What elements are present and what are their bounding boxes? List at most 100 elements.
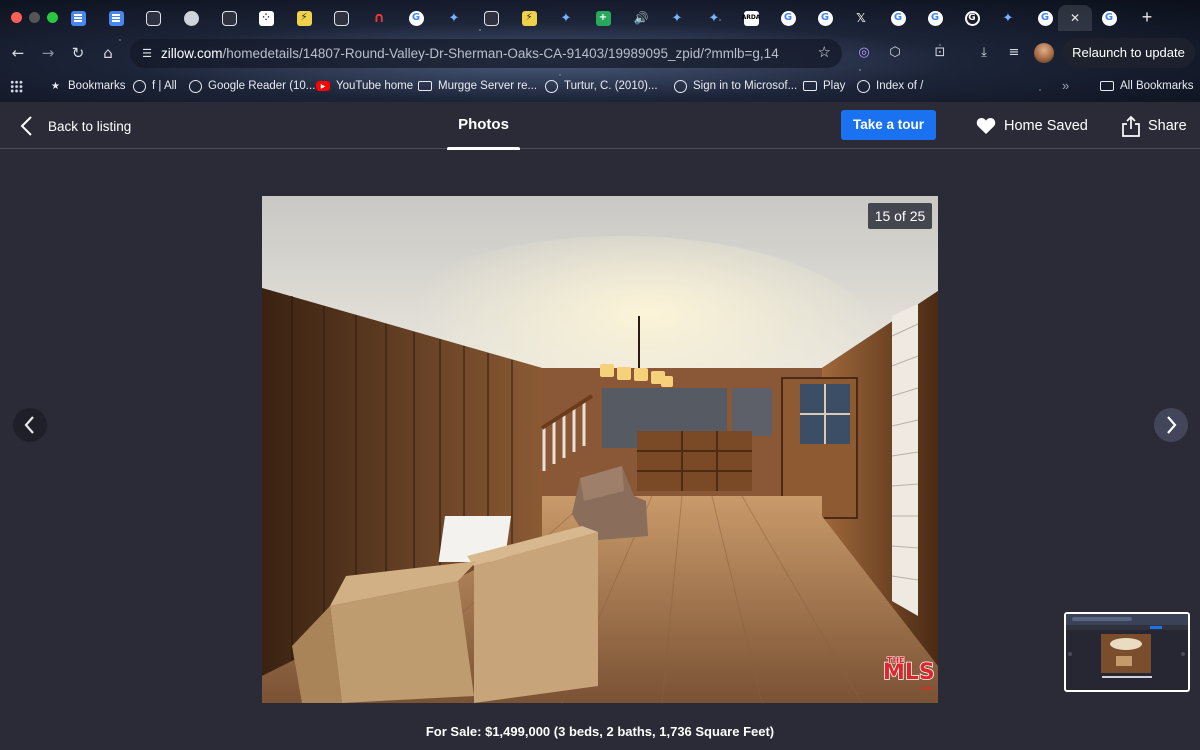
gemini-icon: ✦ (708, 10, 720, 26)
back-to-listing-label: Back to listing (48, 118, 132, 134)
ar-site-icon: ARDA (742, 10, 760, 26)
gemini-icon: ✦ (448, 10, 460, 26)
browser-tab[interactable]: ⚡ (512, 5, 546, 31)
browser-tab[interactable]: + (586, 5, 620, 31)
back-arrow-icon[interactable]: ← (6, 41, 30, 65)
google-icon: G (1101, 10, 1117, 26)
url-text[interactable]: zillow.com/homedetails/14807-Round-Valle… (161, 46, 779, 61)
bookmark-item[interactable]: ★ Bookmarks (49, 73, 126, 99)
listing-photo[interactable]: MLS THE .com (262, 196, 938, 703)
browser-tab[interactable]: G (399, 5, 433, 31)
screen: ⁘ ⚡ ∩ G ✦ ⚡ ✦ + 🔊 ✦ ✦ ARDA G G 𝕏 G G G ✦… (0, 0, 1200, 750)
tab-search-icon[interactable]: ⊡ (929, 42, 951, 64)
bookmarks-overflow-button[interactable]: » (1062, 73, 1069, 99)
browser-tab[interactable]: G (955, 5, 989, 31)
chevron-left-icon (24, 416, 34, 434)
new-tab-button[interactable]: + (1137, 7, 1157, 27)
browser-tab[interactable]: ∩ (362, 5, 396, 31)
bookmark-item[interactable]: Index of / (857, 73, 923, 99)
browser-tab[interactable]: ✦ (660, 5, 694, 31)
browser-tab[interactable]: G (1092, 5, 1126, 31)
google-icon: G (817, 10, 833, 26)
thumbnail-preview-image (1066, 614, 1188, 678)
x-logo-icon: 𝕏 (856, 11, 866, 25)
next-photo-button[interactable] (1154, 408, 1188, 442)
bookmark-item[interactable]: Sign in to Microsof... (674, 73, 797, 99)
profile-avatar[interactable] (1034, 43, 1054, 63)
address-bar[interactable]: ☰ zillow.com/homedetails/14807-Round-Val… (130, 39, 842, 68)
relaunch-button[interactable]: Relaunch to update (1062, 38, 1195, 68)
apps-grid-icon[interactable] (10, 80, 23, 93)
all-bookmarks-button[interactable]: All Bookmarks (1100, 73, 1194, 99)
browser-tab[interactable]: 🔊 (624, 5, 658, 31)
take-a-tour-button[interactable]: Take a tour (841, 110, 936, 140)
globe-icon (183, 10, 199, 26)
browser-tab[interactable]: G (918, 5, 952, 31)
google-icon: G (964, 10, 980, 26)
home-icon[interactable]: ⌂ (96, 41, 120, 65)
browser-tab[interactable] (324, 5, 358, 31)
calendar-icon (483, 10, 499, 26)
bookmark-item[interactable]: Google Reader (10... (189, 73, 315, 99)
globe-icon (857, 79, 870, 93)
window-close-button[interactable] (11, 12, 22, 23)
share-button[interactable]: Share (1121, 112, 1187, 140)
bookmark-star-icon[interactable]: ☆ (818, 44, 831, 62)
browser-tab[interactable] (474, 5, 508, 31)
dice-icon: ⁘ (258, 10, 274, 26)
browser-tab[interactable]: ✦ (697, 5, 731, 31)
browser-tab[interactable] (99, 5, 133, 31)
browser-tab[interactable]: ✦ (549, 5, 583, 31)
tab-photos[interactable]: Photos (447, 102, 520, 150)
back-to-listing-button[interactable]: Back to listing (18, 113, 131, 139)
window-minimize-button[interactable] (29, 12, 40, 23)
reading-list-icon[interactable]: ≡ (1003, 42, 1025, 64)
browser-tab[interactable]: ARDA (734, 5, 768, 31)
heart-icon (976, 118, 996, 134)
bookmark-item[interactable]: Turtur, C. (2010)... (545, 73, 658, 99)
bookmark-label: Play (823, 80, 846, 92)
browser-tab[interactable] (136, 5, 170, 31)
photo-counter-badge: 15 of 25 (868, 203, 932, 229)
bookmark-item[interactable]: Play (803, 73, 845, 99)
download-icon[interactable]: ⤓ (973, 42, 995, 64)
bookmark-item[interactable]: Murgge Server re... (418, 73, 537, 99)
window-maximize-button[interactable] (47, 12, 58, 23)
browser-tab[interactable] (174, 5, 208, 31)
browser-tab-active[interactable]: ✕ (1058, 5, 1092, 31)
forward-arrow-icon[interactable]: → (36, 41, 60, 65)
reload-icon[interactable]: ↻ (66, 41, 90, 65)
browser-tab[interactable]: ✦ (991, 5, 1025, 31)
browser-tab[interactable] (61, 5, 95, 31)
browser-tab[interactable]: G (1028, 5, 1062, 31)
browser-tab[interactable]: G (808, 5, 842, 31)
browser-toolbar: ← → ↻ ⌂ ☰ zillow.com/homedetails/14807-R… (0, 37, 1200, 69)
photo-viewer: MLS THE .com 15 of 25 For Sale: $1,499,0… (0, 150, 1200, 750)
folder-icon (418, 81, 432, 91)
svg-text:THE: THE (887, 656, 905, 665)
extensions-icon[interactable]: ⬡ (884, 42, 906, 64)
browser-tab[interactable]: ✦ (437, 5, 471, 31)
svg-text:.com: .com (919, 686, 933, 692)
tab-strip: ⁘ ⚡ ∩ G ✦ ⚡ ✦ + 🔊 ✦ ✦ ARDA G G 𝕏 G G G ✦… (0, 0, 1200, 34)
globe-icon (189, 79, 202, 93)
screen-preview-thumbnail[interactable] (1064, 612, 1190, 692)
listing-caption: For Sale: $1,499,000 (3 beds, 2 baths, 1… (425, 724, 775, 739)
lightning-icon: ⚡ (296, 10, 312, 26)
home-saved-label: Home Saved (1004, 118, 1088, 134)
browser-tab[interactable]: G (771, 5, 805, 31)
bookmark-label: Murgge Server re... (438, 80, 538, 92)
browser-tab[interactable]: G (881, 5, 915, 31)
bookmark-item[interactable]: f | All (133, 73, 177, 99)
previous-photo-button[interactable] (13, 408, 47, 442)
browser-tab[interactable]: 𝕏 (844, 5, 878, 31)
home-saved-button[interactable]: Home Saved (976, 113, 1088, 139)
browser-tab[interactable] (212, 5, 246, 31)
lightning-icon: ⚡ (521, 10, 537, 26)
close-tab-icon[interactable]: ✕ (1068, 11, 1083, 26)
lens-icon[interactable]: ◎ (853, 42, 875, 64)
site-info-icon[interactable]: ☰ (139, 46, 155, 62)
browser-tab[interactable]: ⚡ (287, 5, 321, 31)
bookmark-item[interactable]: ▶ YouTube home (316, 73, 413, 99)
browser-tab[interactable]: ⁘ (249, 5, 283, 31)
